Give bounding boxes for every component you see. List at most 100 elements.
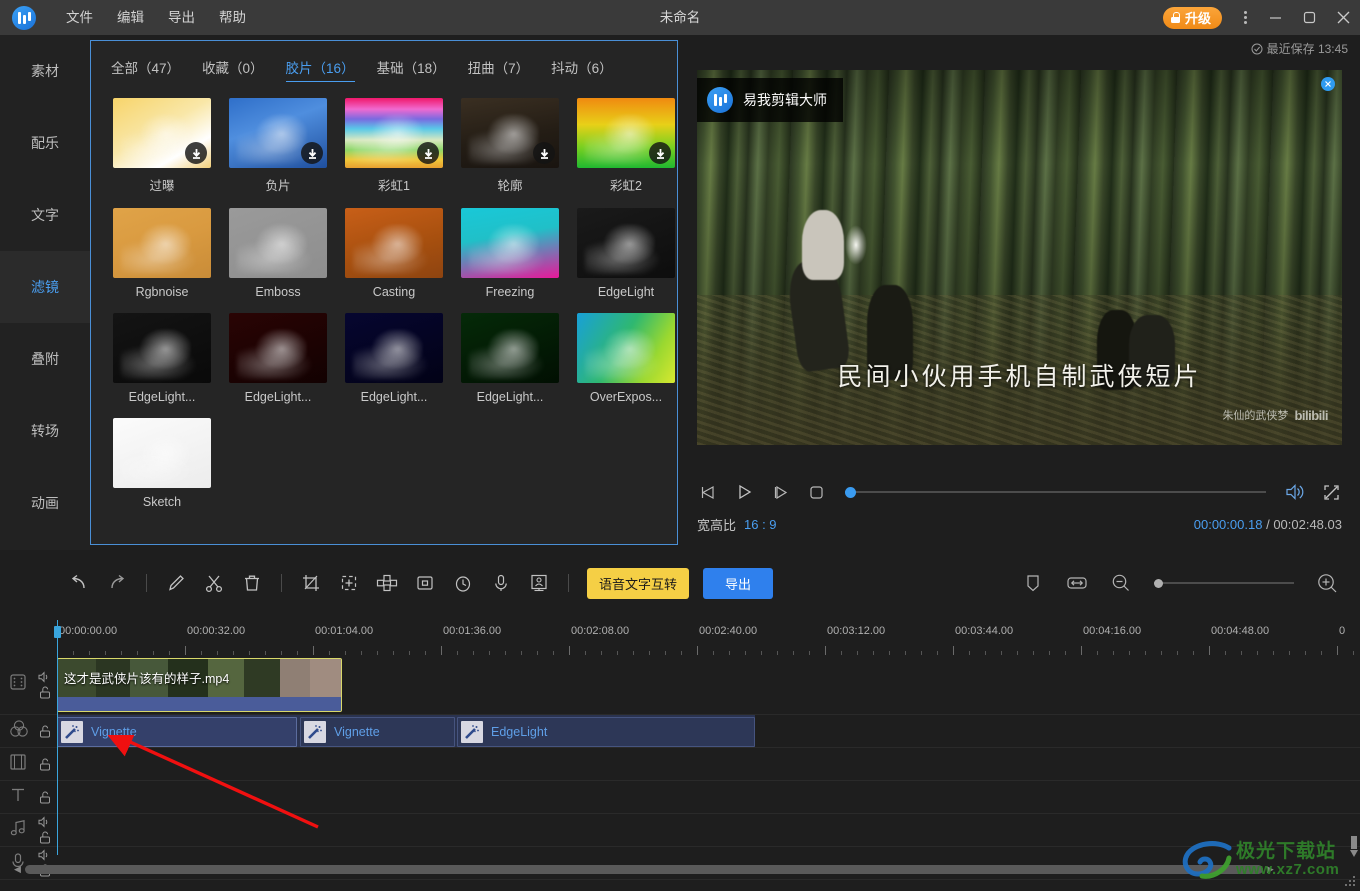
seek-slider[interactable] <box>845 481 1266 503</box>
timeline-horizontal-scrollbar[interactable]: ◀ ▶ <box>0 860 1360 878</box>
download-icon[interactable] <box>649 142 671 164</box>
sidebar-item-5[interactable]: 转场 <box>0 395 90 467</box>
delete-trash-icon[interactable] <box>233 564 271 602</box>
filter-item[interactable]: 过曝 <box>113 98 229 194</box>
track-lane[interactable]: 这才是武侠片该有的样子.mp4 <box>57 655 1360 715</box>
filter-thumbnail[interactable] <box>577 208 675 278</box>
filter-item[interactable]: EdgeLight... <box>345 313 461 404</box>
unlock-icon[interactable] <box>39 686 51 699</box>
sidebar-item-2[interactable]: 文字 <box>0 179 90 251</box>
filter-item[interactable]: Sketch <box>113 418 229 509</box>
filter-tab-3[interactable]: 基础（18） <box>377 57 446 82</box>
microphone-icon[interactable] <box>482 564 520 602</box>
voice-text-convert-button[interactable]: 语音文字互转 <box>587 568 689 599</box>
minimize-button[interactable] <box>1258 0 1292 35</box>
vertical-scroll-arrow[interactable] <box>1350 836 1358 860</box>
close-button[interactable] <box>1326 0 1360 35</box>
edit-pencil-icon[interactable] <box>157 564 195 602</box>
filter-item[interactable]: Freezing <box>461 208 577 299</box>
filter-tab-1[interactable]: 收藏（0） <box>202 57 264 82</box>
next-frame-button[interactable] <box>769 481 791 503</box>
speaker-icon[interactable] <box>38 671 51 683</box>
track-lane[interactable] <box>57 748 1360 781</box>
filter-thumbnail[interactable] <box>461 98 559 168</box>
filter-thumbnail[interactable] <box>577 313 675 383</box>
menu-item-file[interactable]: 文件 <box>54 0 105 35</box>
fit-width-icon[interactable] <box>1058 564 1096 602</box>
filter-thumbnail[interactable] <box>461 208 559 278</box>
menu-item-help[interactable]: 帮助 <box>207 0 258 35</box>
aspect-ratio-value[interactable]: 16 : 9 <box>744 517 777 532</box>
filter-thumbnail[interactable] <box>345 208 443 278</box>
filter-tab-4[interactable]: 扭曲（7） <box>468 57 530 82</box>
export-button[interactable]: 导出 <box>703 568 773 599</box>
speed-clock-icon[interactable] <box>444 564 482 602</box>
watermark-icon[interactable] <box>520 564 558 602</box>
track-lane[interactable] <box>57 814 1360 847</box>
unlock-icon[interactable] <box>39 725 51 738</box>
filter-item[interactable]: EdgeLight... <box>113 313 229 404</box>
filter-clip[interactable]: EdgeLight <box>457 717 755 747</box>
pip-icon[interactable] <box>406 564 444 602</box>
video-clip[interactable]: 这才是武侠片该有的样子.mp4 <box>57 658 342 712</box>
sidebar-item-3[interactable]: 滤镜 <box>0 251 90 323</box>
cut-scissors-icon[interactable] <box>195 564 233 602</box>
stop-button[interactable] <box>805 481 827 503</box>
mosaic-icon[interactable] <box>368 564 406 602</box>
sidebar-item-6[interactable]: 动画 <box>0 467 90 539</box>
play-button[interactable] <box>733 481 755 503</box>
filter-clip[interactable]: Vignette <box>57 717 297 747</box>
add-frame-icon[interactable] <box>330 564 368 602</box>
unlock-icon[interactable] <box>39 791 51 804</box>
more-options-button[interactable] <box>1232 0 1258 35</box>
filter-thumbnail[interactable] <box>577 98 675 168</box>
fullscreen-button[interactable] <box>1320 481 1342 503</box>
timeline-zoom-knob[interactable] <box>1154 579 1163 588</box>
scroll-thumb[interactable] <box>25 865 1263 874</box>
filter-item[interactable]: Casting <box>345 208 461 299</box>
menu-item-export[interactable]: 导出 <box>156 0 207 35</box>
zoom-in-icon[interactable] <box>1308 564 1346 602</box>
filter-item[interactable]: EdgeLight... <box>229 313 345 404</box>
filter-item[interactable]: 彩虹2 <box>577 98 693 194</box>
sidebar-item-0[interactable]: 素材 <box>0 35 90 107</box>
filter-thumbnail[interactable] <box>229 313 327 383</box>
close-overlay-button[interactable] <box>1321 77 1335 91</box>
undo-icon[interactable] <box>60 564 98 602</box>
prev-frame-button[interactable] <box>697 481 719 503</box>
resize-grip[interactable] <box>1343 874 1357 888</box>
download-icon[interactable] <box>185 142 207 164</box>
filter-thumbnail[interactable] <box>345 313 443 383</box>
timeline-zoom-slider[interactable] <box>1154 574 1294 592</box>
sidebar-item-4[interactable]: 叠附 <box>0 323 90 395</box>
track-lane[interactable]: VignetteVignetteEdgeLight <box>57 715 1360 748</box>
filter-item[interactable]: 轮廓 <box>461 98 577 194</box>
download-icon[interactable] <box>417 142 439 164</box>
filter-item[interactable]: OverExpos... <box>577 313 693 404</box>
volume-button[interactable] <box>1284 481 1306 503</box>
track-lane[interactable] <box>57 781 1360 814</box>
filter-clip[interactable]: Vignette <box>300 717 455 747</box>
filter-item[interactable]: Rgbnoise <box>113 208 229 299</box>
filter-tab-2[interactable]: 胶片（16） <box>286 57 355 82</box>
seek-knob[interactable] <box>845 487 856 498</box>
speaker-icon[interactable] <box>38 816 51 828</box>
filter-thumbnail[interactable] <box>229 98 327 168</box>
maximize-button[interactable] <box>1292 0 1326 35</box>
download-icon[interactable] <box>301 142 323 164</box>
filter-item[interactable]: Emboss <box>229 208 345 299</box>
filter-thumbnail[interactable] <box>461 313 559 383</box>
filter-item[interactable]: 彩虹1 <box>345 98 461 194</box>
video-preview[interactable]: 民间小伙用手机自制武侠短片 朱仙的武侠梦 bilibili 易我剪辑大师 <box>697 70 1342 445</box>
filter-item[interactable]: EdgeLight <box>577 208 693 299</box>
redo-icon[interactable] <box>98 564 136 602</box>
filter-thumbnail[interactable] <box>345 98 443 168</box>
sidebar-item-1[interactable]: 配乐 <box>0 107 90 179</box>
unlock-icon[interactable] <box>39 758 51 771</box>
crop-icon[interactable] <box>292 564 330 602</box>
filter-tab-0[interactable]: 全部（47） <box>111 57 180 82</box>
filter-item[interactable]: EdgeLight... <box>461 313 577 404</box>
menu-item-edit[interactable]: 编辑 <box>105 0 156 35</box>
filter-thumbnail[interactable] <box>113 98 211 168</box>
filter-item[interactable]: 负片 <box>229 98 345 194</box>
